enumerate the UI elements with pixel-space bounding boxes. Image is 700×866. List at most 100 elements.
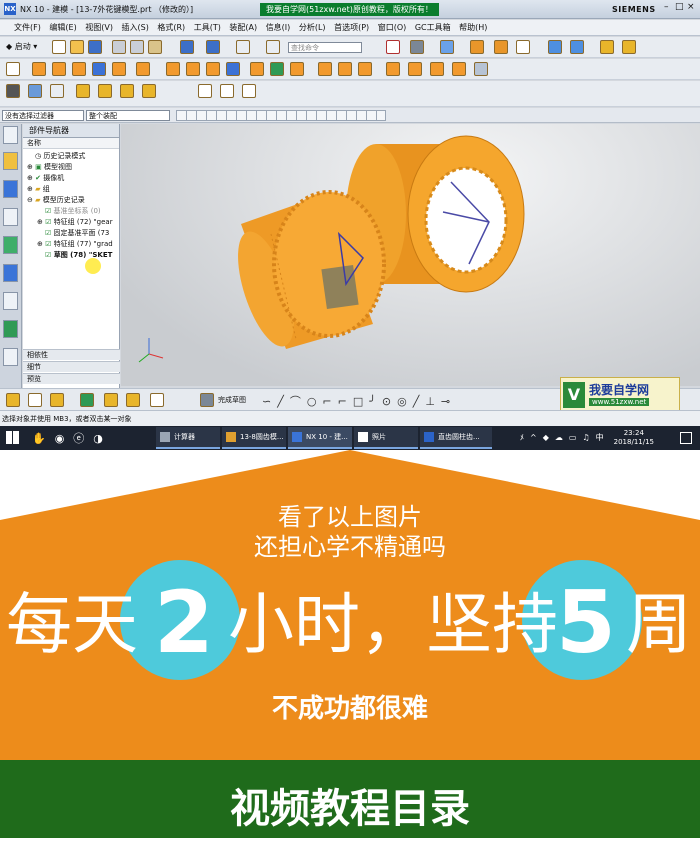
curve-icon[interactable]	[198, 84, 212, 98]
section-view-icon[interactable]	[548, 40, 562, 54]
save-icon[interactable]	[88, 40, 102, 54]
pencil-icon[interactable]	[6, 393, 20, 407]
taskbar-item-photos[interactable]: 照片	[354, 427, 418, 449]
finish-sketch-button[interactable]: 完成草图	[218, 395, 246, 405]
undo-icon[interactable]	[180, 40, 194, 54]
display-mode-icon[interactable]	[516, 40, 530, 54]
windows-start-icon[interactable]	[6, 431, 19, 444]
snap-icon[interactable]	[50, 393, 64, 407]
dependencies-panel[interactable]: 相依性	[23, 349, 120, 360]
graphics-viewport[interactable]	[121, 124, 700, 386]
menu-item-assembly[interactable]: 装配(A)	[229, 20, 257, 36]
taskbar-item-nx[interactable]: NX 10 - 建...	[288, 427, 352, 449]
menu-item-file[interactable]: 文件(F)	[14, 20, 41, 36]
snap-point-icons[interactable]	[176, 110, 386, 121]
tree-row-feature-group-grad[interactable]: ⊕ ☑ 特征组 (77) "grad	[27, 239, 119, 250]
open-folder-icon[interactable]	[70, 40, 84, 54]
copy-icon[interactable]	[130, 40, 144, 54]
constraint-navigator-icon[interactable]	[3, 180, 18, 198]
offset-face-icon[interactable]	[474, 62, 488, 76]
chamfer-icon[interactable]	[338, 62, 352, 76]
text-curve-icon[interactable]	[220, 84, 234, 98]
assembly-scope-select[interactable]: 整个装配	[86, 110, 170, 121]
edge-blend-icon[interactable]	[318, 62, 332, 76]
mirror-icon[interactable]	[120, 84, 134, 98]
thicken-icon[interactable]	[452, 62, 466, 76]
move-object-icon[interactable]	[142, 84, 156, 98]
system-materials-icon[interactable]	[3, 320, 18, 338]
snap-grid-icon[interactable]	[386, 40, 400, 54]
taskbar-clock[interactable]: 23:24 2018/11/15	[614, 429, 654, 447]
move-component-icon[interactable]	[570, 40, 584, 54]
split-body-icon[interactable]	[430, 62, 444, 76]
maximize-icon[interactable]: □	[675, 2, 685, 16]
menu-item-gc-toolbox[interactable]: GC工具箱	[415, 20, 451, 36]
tree-row-model-history[interactable]: ⊖ ▰ 模型历史记录	[27, 195, 119, 206]
line-arc-icon[interactable]	[242, 84, 256, 98]
redo-icon[interactable]	[206, 40, 220, 54]
layer-icon[interactable]	[470, 40, 484, 54]
unite-icon[interactable]	[250, 62, 264, 76]
pad-icon[interactable]	[136, 62, 150, 76]
assembly-constraint-icon[interactable]	[622, 40, 636, 54]
menu-item-tools[interactable]: 工具(T)	[194, 20, 221, 36]
new-file-icon[interactable]	[52, 40, 66, 54]
sketch-curve-icons[interactable]: ∽╱⌒○⌐⌐□╯⊙◎╱⊥⊸	[262, 393, 552, 408]
process-studio-icon[interactable]	[3, 348, 18, 366]
tree-row-cameras[interactable]: ⊕ ✔ 摄像机	[27, 173, 119, 184]
details-panel[interactable]: 细节	[23, 361, 120, 372]
taskbar-item-calculator[interactable]: 计算器	[156, 427, 220, 449]
close-icon[interactable]: ×	[687, 2, 697, 16]
selection-filter-select[interactable]: 没有选择过滤器	[2, 110, 84, 121]
cut-icon[interactable]	[112, 40, 126, 54]
settings-icon[interactable]	[3, 126, 18, 144]
tree-row-sketch[interactable]: ☑ 草图 (78) "SKET	[27, 250, 119, 261]
measure-icon[interactable]	[76, 84, 90, 98]
datum-csys-icon[interactable]	[6, 84, 20, 98]
select-icon[interactable]	[28, 393, 42, 407]
view-orient-icon[interactable]	[440, 40, 454, 54]
render-style-icon[interactable]	[410, 40, 424, 54]
pinned-app-icons[interactable]: ✋◉ⓔ◑	[32, 430, 150, 446]
assembly-icon[interactable]	[600, 40, 614, 54]
taskbar-item-folder[interactable]: 13-8圆齿模...	[222, 427, 286, 449]
cone-icon[interactable]	[206, 62, 220, 76]
boss-icon[interactable]	[92, 62, 106, 76]
draft-icon[interactable]	[386, 62, 400, 76]
menu-item-edit[interactable]: 编辑(E)	[49, 20, 76, 36]
taskbar-item-word[interactable]: 直齿圆柱齿...	[420, 427, 492, 449]
assembly-navigator-icon[interactable]	[3, 152, 18, 170]
window-list-icon[interactable]	[236, 40, 250, 54]
hole-icon[interactable]	[72, 62, 86, 76]
tree-row-fixed-datum-plane[interactable]: ☑ 固定基准平面 (73	[27, 228, 119, 239]
menu-item-insert[interactable]: 插入(S)	[122, 20, 149, 36]
menu-item-view[interactable]: 视图(V)	[85, 20, 113, 36]
sphere-icon[interactable]	[226, 62, 240, 76]
column-header-name[interactable]: 名称	[23, 138, 119, 149]
pocket-icon[interactable]	[112, 62, 126, 76]
web-browser-icon[interactable]	[3, 264, 18, 282]
part-navigator-icon[interactable]	[3, 208, 18, 226]
sketch-icon[interactable]	[6, 62, 20, 76]
start-button[interactable]: ◆ 启动 ▾	[6, 41, 37, 52]
trim-body-icon[interactable]	[408, 62, 422, 76]
extrude-icon[interactable]	[32, 62, 46, 76]
expression-icon[interactable]	[50, 84, 64, 98]
command-search-input[interactable]: 查找命令	[288, 42, 362, 53]
menu-item-help[interactable]: 帮助(H)	[459, 20, 487, 36]
sketch-plane-icon[interactable]	[126, 393, 140, 407]
revolve-icon[interactable]	[52, 62, 66, 76]
tree-row-model-views[interactable]: ⊕ ▣ 模型视图	[27, 162, 119, 173]
add-feature-icon[interactable]	[80, 393, 94, 407]
shell-icon[interactable]	[358, 62, 372, 76]
tree-row-datum-csys[interactable]: ☑ 基准坐标系 (0)	[27, 206, 119, 217]
tree-row-feature-group-gear[interactable]: ⊕ ☑ 特征组 (72) "gear	[27, 217, 119, 228]
pattern-icon[interactable]	[98, 84, 112, 98]
menu-item-info[interactable]: 信息(I)	[266, 20, 291, 36]
subtract-icon[interactable]	[270, 62, 284, 76]
constraint-icon[interactable]	[150, 393, 164, 407]
datum-axis-icon[interactable]	[104, 393, 118, 407]
reuse-library-icon[interactable]	[3, 236, 18, 254]
tree-row-groups[interactable]: ⊕ ▰ 组	[27, 184, 119, 195]
color-icon[interactable]	[494, 40, 508, 54]
